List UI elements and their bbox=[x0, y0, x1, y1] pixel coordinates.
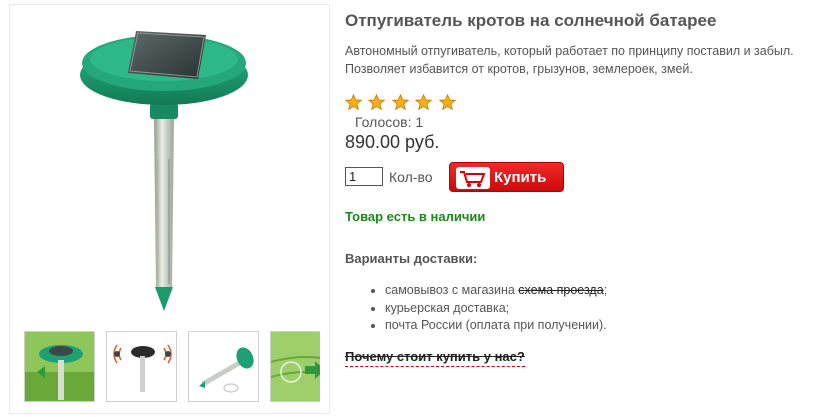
pickup-text: самовывоз с магазина bbox=[385, 283, 519, 297]
star-icon[interactable] bbox=[415, 94, 433, 111]
list-item: курьерская доставка; bbox=[385, 300, 607, 318]
product-info: Отпугиватель кротов на солнечной батарее… bbox=[345, 10, 810, 367]
product-title: Отпугиватель кротов на солнечной батарее bbox=[345, 11, 717, 30]
star-icon[interactable] bbox=[368, 94, 386, 111]
votes-count: Голосов: 1 bbox=[355, 114, 424, 130]
thumbnail-2[interactable] bbox=[106, 331, 177, 402]
list-item: почта России (оплата при получении). bbox=[385, 317, 607, 335]
quantity-label: Кол-во bbox=[389, 169, 433, 185]
stock-status: Товар есть в наличии bbox=[345, 209, 486, 224]
quantity-input[interactable] bbox=[345, 167, 383, 186]
product-price: 890.00 руб. bbox=[345, 132, 440, 152]
delivery-options: самовывоз с магазина схема проезда; курь… bbox=[345, 282, 607, 335]
star-icon[interactable] bbox=[345, 94, 362, 111]
list-item: самовывоз с магазина схема проезда; bbox=[385, 282, 607, 300]
purchase-row: Кол-во Купить bbox=[345, 162, 605, 192]
product-main-image[interactable] bbox=[70, 19, 250, 319]
product-description: Автономный отпугиватель, который работае… bbox=[345, 44, 794, 76]
star-icon[interactable] bbox=[438, 94, 456, 111]
directions-link[interactable]: схема проезда bbox=[518, 283, 603, 297]
thumbnail-1[interactable] bbox=[24, 331, 95, 402]
product-gallery bbox=[9, 4, 330, 414]
rating-stars[interactable] bbox=[345, 94, 458, 112]
buy-button-label: Купить bbox=[494, 169, 547, 186]
cart-icon bbox=[456, 167, 490, 189]
delivery-title: Варианты доставки: bbox=[345, 251, 478, 266]
buy-button[interactable]: Купить bbox=[449, 162, 564, 192]
why-buy-link[interactable]: Почему стоит купить у нас? bbox=[345, 349, 525, 367]
thumbnail-strip bbox=[24, 331, 320, 404]
thumbnail-4[interactable] bbox=[270, 331, 320, 402]
thumbnail-3[interactable] bbox=[188, 331, 259, 402]
pickup-suffix: ; bbox=[603, 283, 608, 297]
star-icon[interactable] bbox=[391, 94, 409, 111]
